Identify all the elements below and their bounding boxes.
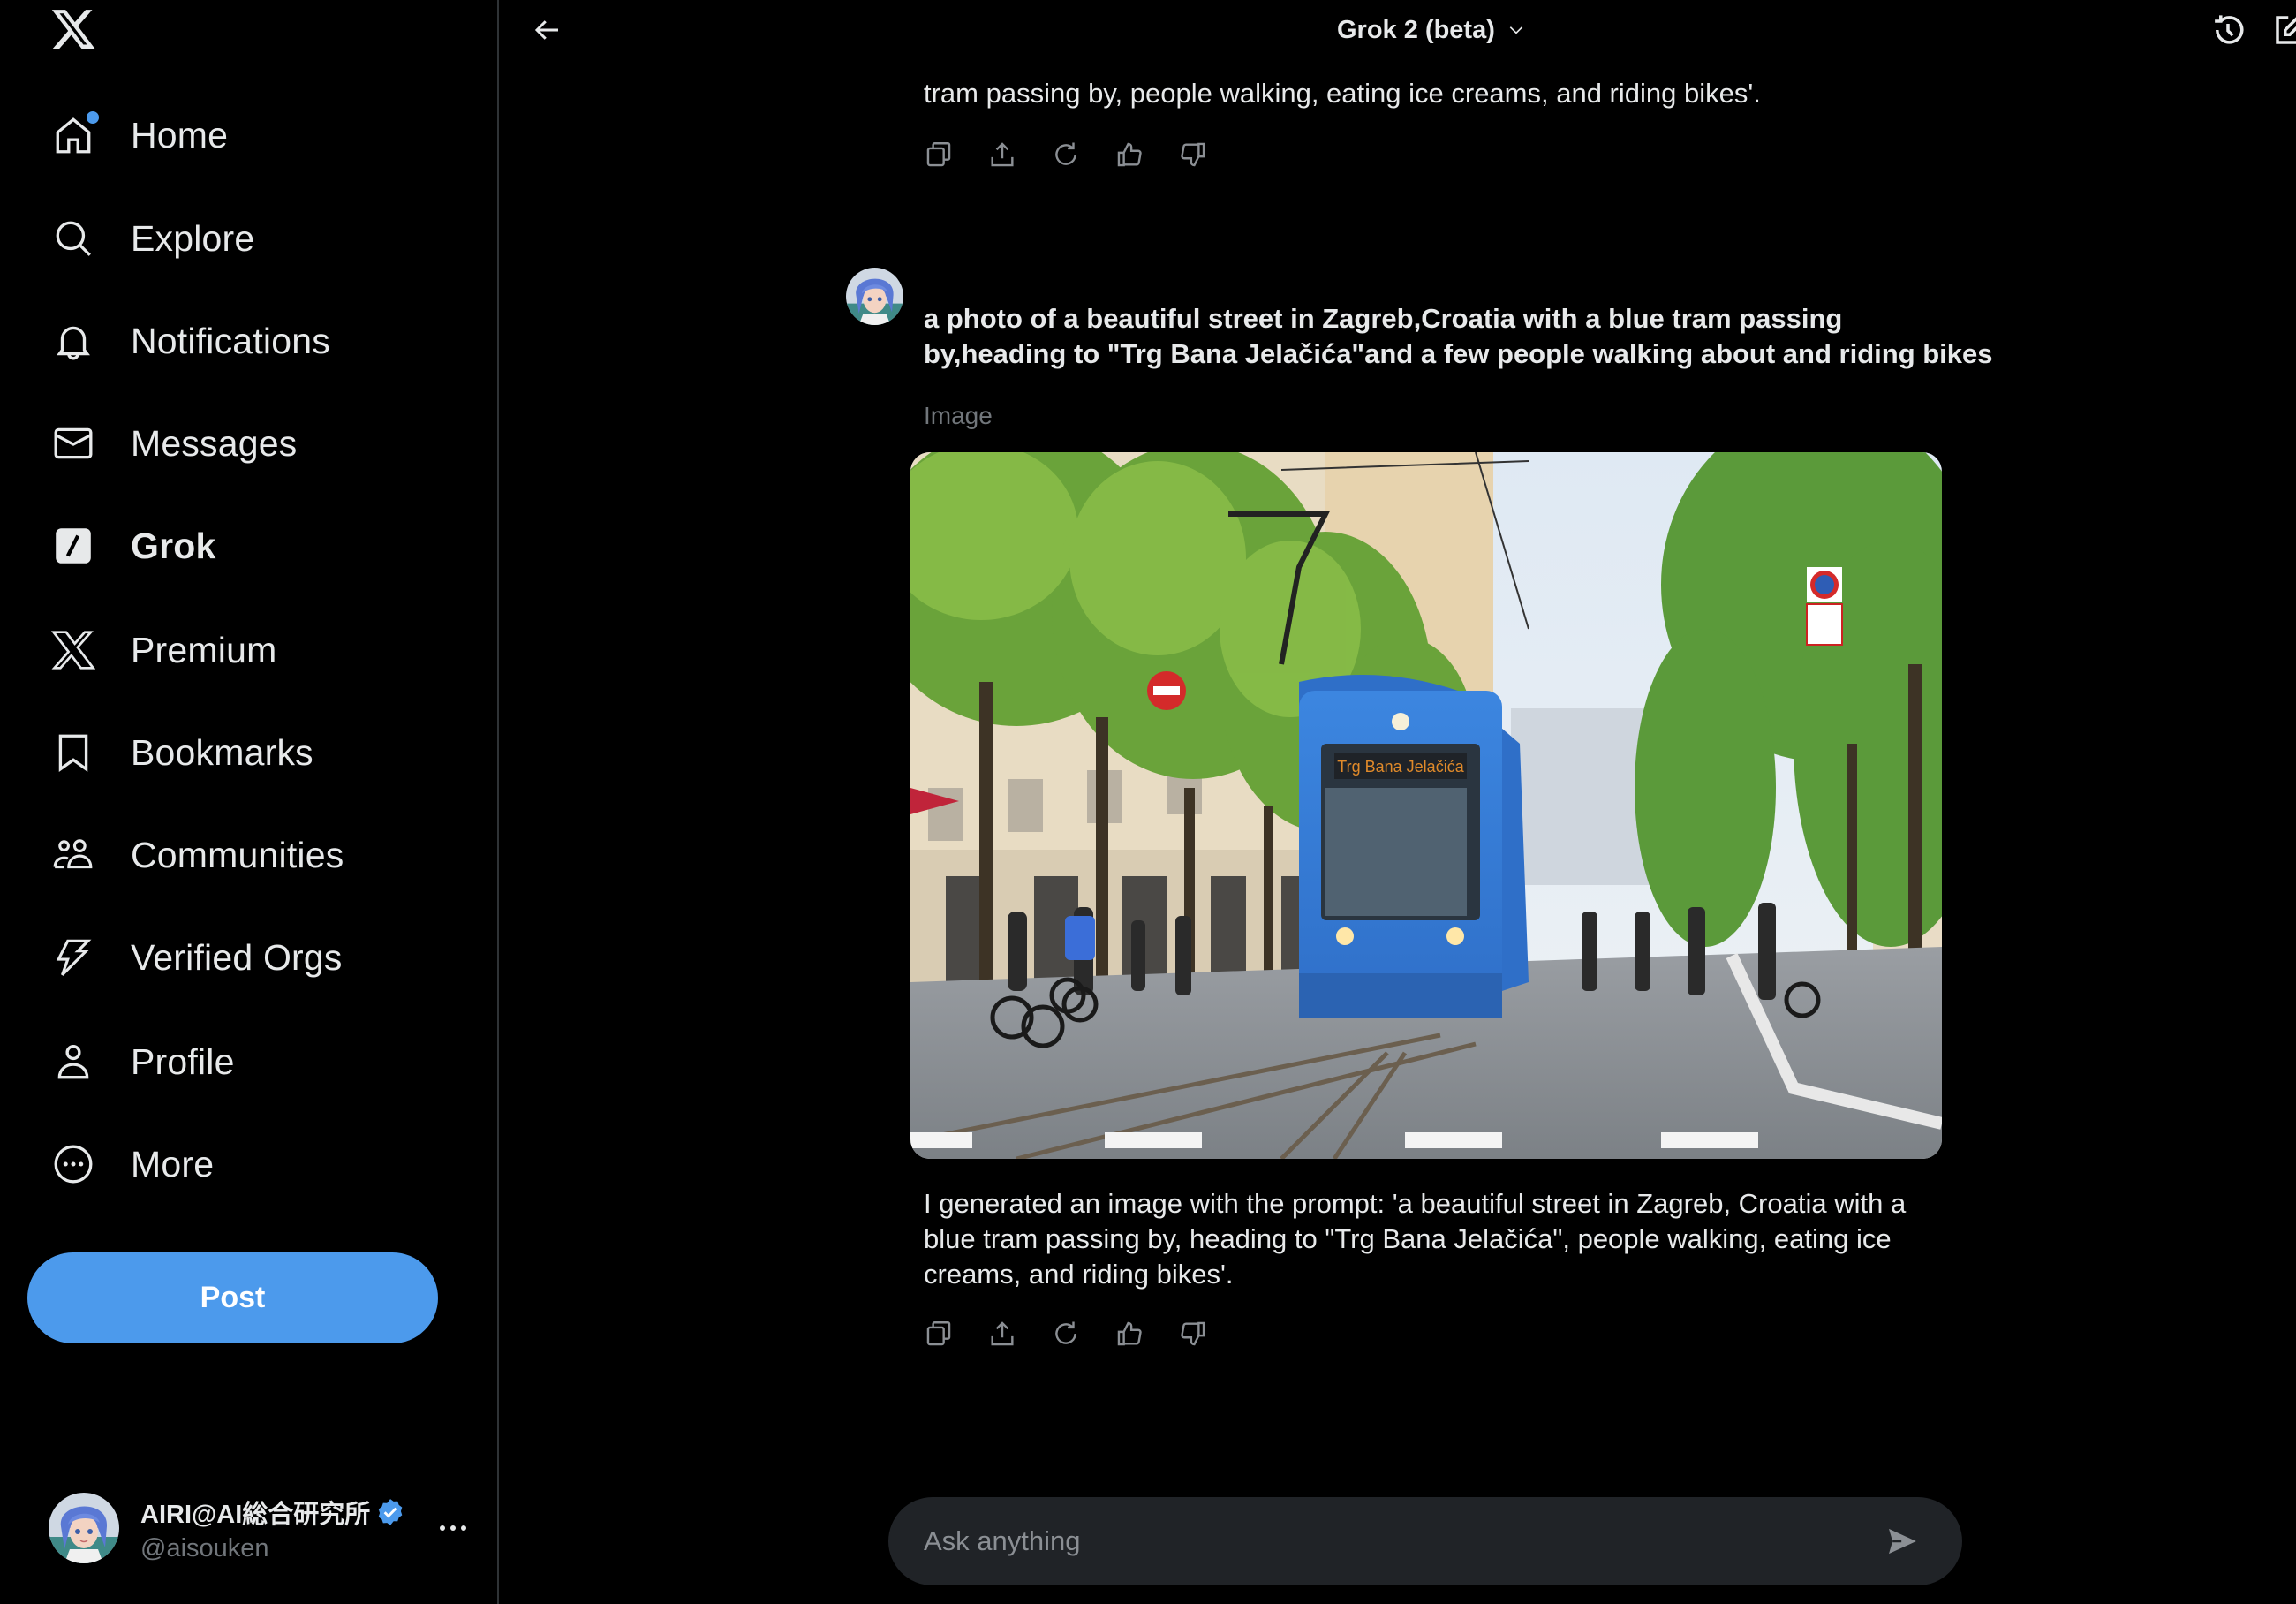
person-icon [48, 1036, 99, 1087]
sidebar-item-notifications[interactable]: Notifications [35, 301, 357, 381]
generated-image[interactable]: Trg Bana Jelačića [910, 452, 1942, 1159]
sidebar-item-communities[interactable]: Communities [35, 815, 370, 895]
sidebar-item-label: Grok [131, 525, 216, 566]
send-button[interactable] [1883, 1522, 1922, 1561]
send-icon [1889, 1528, 1916, 1555]
thumbs-up-icon [1117, 142, 1142, 167]
regenerate-button[interactable] [1051, 140, 1081, 170]
account-switcher[interactable]: AIRI@AI総合研究所 @aisouken [35, 1484, 477, 1572]
avatar [49, 1493, 119, 1563]
like-button[interactable] [1114, 140, 1144, 170]
page-title: Grok 2 (beta) [1337, 15, 1495, 44]
sidebar-item-grok[interactable]: Grok [35, 506, 243, 586]
new-chat-button[interactable] [2271, 11, 2296, 49]
tram-destination-sign: Trg Bana Jelačića [1337, 758, 1464, 776]
thumbs-down-icon [1181, 142, 1205, 167]
post-button[interactable]: Post [27, 1252, 438, 1343]
sidebar-item-premium[interactable]: Premium [35, 610, 303, 690]
thumbs-down-icon [1181, 1321, 1205, 1346]
regenerate-button[interactable] [1051, 1319, 1081, 1349]
sidebar-item-label: Messages [131, 422, 298, 464]
history-icon [2215, 15, 2244, 44]
sidebar-item-verified-orgs[interactable]: Verified Orgs [35, 918, 369, 997]
sidebar-item-label: Home [131, 114, 229, 155]
user-message-line: a photo of a beautiful street in Zagreb,… [924, 303, 1843, 334]
share-button[interactable] [987, 1319, 1017, 1349]
previous-response-text: tram passing by, people walking, eating … [924, 78, 1761, 109]
response-line: blue tram passing by, heading to "Trg Ba… [924, 1223, 1892, 1254]
dislike-button[interactable] [1178, 1319, 1208, 1349]
lightning-icon [48, 932, 99, 983]
refresh-icon [1055, 1321, 1076, 1344]
response-type-label: Image [924, 402, 993, 429]
like-button[interactable] [1114, 1319, 1144, 1349]
grok-icon [48, 520, 99, 571]
sidebar-item-label: More [131, 1143, 215, 1184]
previous-response-actions [924, 140, 1242, 170]
copy-icon [926, 142, 951, 167]
x-premium-icon [48, 624, 99, 676]
bookmark-icon [48, 727, 99, 778]
x-logo-icon[interactable] [49, 5, 97, 53]
sidebar-item-home[interactable]: Home [35, 95, 254, 175]
home-icon [48, 110, 99, 161]
more-circle-icon [48, 1139, 99, 1190]
dislike-button[interactable] [1178, 140, 1208, 170]
copy-button[interactable] [924, 1319, 954, 1349]
sidebar-item-more[interactable]: More [35, 1124, 240, 1204]
share-icon [991, 1321, 1014, 1346]
sidebar-item-label: Communities [131, 834, 344, 875]
verified-badge-icon [378, 1498, 403, 1525]
sidebar-item-label: Premium [131, 629, 277, 670]
bell-icon [48, 315, 99, 367]
sidebar: Home Explore Notifications Messages Grok… [0, 0, 499, 1604]
response-line: creams, and riding bikes'. [924, 1259, 1234, 1290]
sidebar-item-bookmarks[interactable]: Bookmarks [35, 713, 340, 792]
user-avatar [846, 268, 903, 325]
sidebar-item-label: Notifications [131, 320, 330, 361]
search-icon [48, 213, 99, 264]
back-button[interactable] [528, 11, 567, 49]
notification-dot [87, 111, 99, 124]
user-message-line: by,heading to "Trg Bana Jelačića"and a f… [924, 338, 1993, 369]
account-name: AIRI@AI総合研究所 [140, 1500, 371, 1529]
response-line: I generated an image with the prompt: 'a… [924, 1188, 1907, 1219]
account-more-icon[interactable] [431, 1510, 475, 1546]
refresh-icon [1055, 142, 1076, 165]
sidebar-item-messages[interactable]: Messages [35, 404, 323, 483]
sidebar-item-label: Bookmarks [131, 731, 313, 773]
sidebar-item-explore[interactable]: Explore [35, 199, 281, 278]
share-icon [991, 142, 1014, 167]
thumbs-up-icon [1117, 1321, 1142, 1346]
composer [888, 1497, 1962, 1585]
share-button[interactable] [987, 140, 1017, 170]
sidebar-item-label: Explore [131, 217, 255, 259]
communities-icon [48, 829, 99, 881]
arrow-left-icon [534, 20, 558, 40]
compose-icon [2276, 16, 2296, 44]
model-selector[interactable]: Grok 2 (beta) [1337, 11, 1525, 49]
sidebar-item-profile[interactable]: Profile [35, 1022, 261, 1101]
ask-input[interactable] [924, 1525, 1883, 1557]
envelope-icon [48, 418, 99, 469]
sidebar-item-label: Verified Orgs [131, 936, 343, 978]
copy-button[interactable] [924, 140, 954, 170]
account-handle: @aisouken [140, 1533, 269, 1562]
copy-icon [926, 1321, 951, 1346]
chevron-down-icon [1509, 26, 1523, 34]
response-actions [924, 1319, 1242, 1349]
sidebar-item-label: Profile [131, 1040, 235, 1082]
history-button[interactable] [2209, 11, 2247, 49]
